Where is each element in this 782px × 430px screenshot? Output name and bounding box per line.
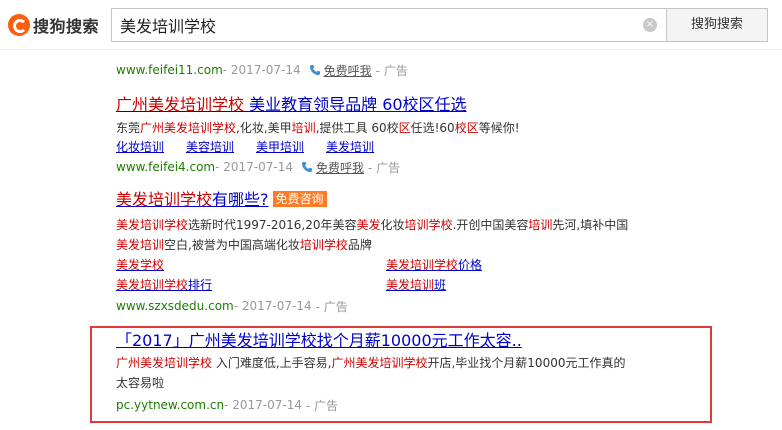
clear-icon[interactable]: × (643, 18, 657, 32)
sublink[interactable]: 美甲培训 (256, 138, 304, 156)
free-consult-badge[interactable]: 免费咨询 (272, 191, 327, 207)
call-me-link[interactable]: 免费呼我 (316, 159, 364, 176)
result-url-line: www.feifei11.com - 2017-07-14 免费呼我 - 广告 (116, 61, 408, 79)
result-title[interactable]: 「2017」广州美发培训学校找个月薪10000元工作太容.. (116, 330, 625, 352)
result-title-rest[interactable]: 有哪些? (212, 190, 269, 209)
ad-label: - 广告 (368, 160, 401, 175)
sublink[interactable]: 美容培训 (186, 138, 234, 156)
result-date: - 2017-07-14 (224, 398, 302, 412)
result-item: 美发培训学校有哪些? 免费咨询 美发培训学校选新时代1997-2016,20年美容… (116, 189, 636, 315)
result-url-line: www.szxsdedu.com - 2017-07-14 - 广告 (116, 297, 636, 315)
sublink[interactable]: 美发培训学校价格 (386, 255, 482, 275)
sogou-logo-icon (8, 14, 30, 36)
result-date: - 2017-07-14 (233, 299, 312, 313)
result-item: www.feifei11.com - 2017-07-14 免费呼我 - 广告 (116, 61, 408, 79)
sublink[interactable]: 美发学校 (116, 255, 164, 275)
result-title-rest[interactable]: 美业教育领导品牌 60校区任选 (244, 95, 466, 114)
call-me-link[interactable]: 免费呼我 (324, 62, 372, 79)
sublink[interactable]: 美发培训 (326, 138, 374, 156)
search-box: × (111, 8, 667, 42)
result-url: www.szxsdedu.com (116, 299, 234, 313)
logo-text: 搜狗搜索 (33, 17, 100, 36)
call-me[interactable]: 免费呼我 (301, 159, 364, 176)
ad-label: - 广告 (315, 299, 348, 314)
result-item: 「2017」广州美发培训学校找个月薪10000元工作太容.. 广州美发培训学校 … (116, 330, 625, 414)
ad-label: - 广告 (306, 398, 339, 413)
result-desc: 广州美发培训学校 入门难度低,上手容易,广州美发培训学校开店,毕业找个月薪100… (116, 356, 626, 370)
sublink[interactable]: 美发培训学校排行 (116, 275, 212, 295)
phone-icon (309, 65, 320, 75)
result-url-line: pc.yytnew.com.cn - 2017-07-14 - 广告 (116, 396, 625, 414)
ad-label: - 广告 (375, 63, 408, 78)
result-title-keyword[interactable]: 广州美发培训学校 (116, 95, 244, 114)
result-url: www.feifei4.com (116, 160, 216, 174)
result-item: 广州美发培训学校 美业教育领导品牌 60校区任选 东莞广州美发培训学校,化妆,美… (116, 94, 520, 176)
sublinks: 美发学校 美发培训学校价格 美发培训学校排行 美发培训班 (116, 255, 636, 297)
result-desc-line2: 美发培训空白,被誉为中国高端化妆培训学校品牌 (116, 238, 372, 252)
result-desc-line2: 太容易啦 (116, 376, 165, 390)
sublinks: 化妆培训 美容培训 美甲培训 美发培训 (116, 138, 520, 156)
result-url: pc.yytnew.com.cn (116, 398, 225, 412)
sublink[interactable]: 美发培训班 (386, 275, 446, 295)
sublink[interactable]: 化妆培训 (116, 138, 164, 156)
call-me[interactable]: 免费呼我 (309, 62, 372, 79)
search-input[interactable] (112, 9, 632, 41)
result-url: www.feifei11.com (116, 63, 223, 77)
search-button[interactable]: 搜狗搜索 (666, 8, 768, 42)
result-date: - 2017-07-14 (222, 63, 301, 77)
result-title[interactable]: 美发培训学校有哪些? 免费咨询 (116, 189, 636, 211)
result-desc: 美发培训学校选新时代1997-2016,20年美容美发化妆培训学校.开创中国美容… (116, 218, 629, 232)
top-bar: 搜狗搜索 × 搜狗搜索 (0, 0, 782, 50)
result-url-line: www.feifei4.com - 2017-07-14 免费呼我 - 广告 (116, 158, 520, 176)
result-title-keyword[interactable]: 美发培训学校 (116, 190, 212, 209)
sogou-logo[interactable]: 搜狗搜索 (8, 11, 99, 39)
result-date: - 2017-07-14 (215, 160, 294, 174)
phone-icon (302, 162, 313, 172)
result-desc: 东莞广州美发培训学校,化妆,美甲培训,提供工具 60校区任选!60校区等候你! (116, 121, 520, 135)
result-title[interactable]: 广州美发培训学校 美业教育领导品牌 60校区任选 (116, 94, 520, 116)
